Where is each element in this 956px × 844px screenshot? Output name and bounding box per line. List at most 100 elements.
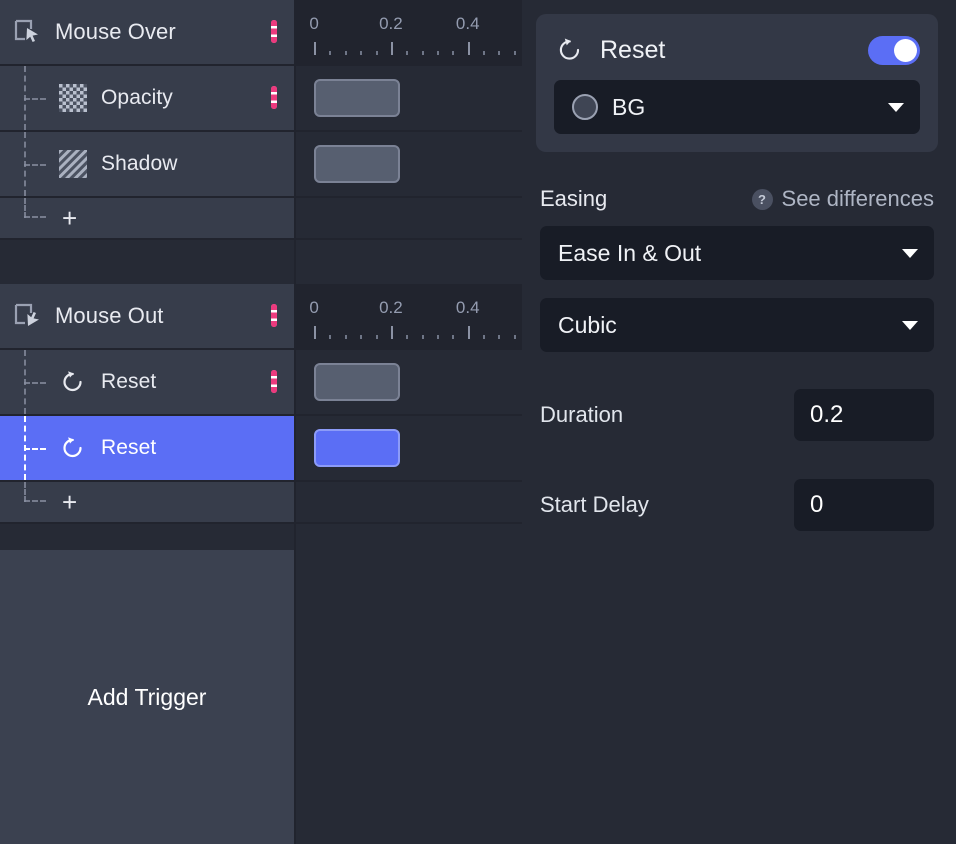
start-delay-input[interactable] — [794, 479, 934, 531]
plus-icon[interactable]: + — [62, 205, 77, 231]
action-label-area[interactable]: Reset — [0, 416, 294, 480]
opacity-checkerboard-icon — [58, 83, 88, 113]
target-select[interactable]: BG — [554, 80, 920, 134]
add-trigger-button[interactable]: Add Trigger — [0, 550, 294, 844]
timeline-track[interactable] — [294, 66, 522, 130]
ruler-tick-label: 0.4 — [455, 14, 480, 33]
ruler-minor-tick — [344, 51, 347, 55]
ruler-labels: 0 0.2 0.4 — [296, 0, 522, 38]
circle-shape-icon — [572, 94, 598, 120]
action-title: Opacity — [101, 86, 173, 109]
timeline-bar[interactable] — [314, 145, 400, 183]
tree-connector — [24, 416, 58, 480]
plus-icon[interactable]: + — [62, 489, 77, 515]
ruler-tick-label: 0 — [309, 14, 319, 33]
ruler-major-tick — [467, 326, 470, 339]
ruler-minor-tick — [375, 335, 378, 339]
ruler-major-tick — [314, 42, 317, 55]
duration-label: Duration — [540, 402, 624, 427]
trigger-group-mouse-over: Mouse Over 0 0.2 0.4 Opacity Shadow + — [0, 0, 522, 284]
trigger-header-mouse-out: Mouse Out 0 0.2 0.4 — [0, 284, 522, 350]
tree-connector-end — [24, 482, 58, 502]
easing-curve-value: Cubic — [558, 311, 617, 338]
action-title: Reset — [101, 436, 157, 459]
add-action-row[interactable]: + — [0, 482, 522, 524]
action-title: Shadow — [101, 152, 178, 175]
mouse-out-icon — [12, 301, 42, 331]
timeline-track[interactable] — [294, 350, 522, 414]
trigger-row[interactable]: Mouse Out — [0, 284, 294, 350]
group-separator — [0, 240, 522, 284]
add-action-row[interactable]: + — [0, 198, 522, 240]
start-delay-field-row: Start Delay — [540, 460, 934, 550]
timeline-bar-selected[interactable] — [314, 429, 400, 467]
toggle-knob — [894, 38, 917, 62]
ruler-ticks — [296, 40, 522, 58]
ruler-minor-tick — [498, 51, 501, 55]
ruler-minor-tick — [375, 51, 378, 55]
ruler-minor-tick — [421, 51, 424, 55]
ruler-minor-tick — [360, 51, 363, 55]
action-row-reset-2-selected[interactable]: Reset — [0, 416, 522, 482]
ruler-minor-tick — [329, 51, 332, 55]
trigger-header-mouse-over: Mouse Over 0 0.2 0.4 — [0, 0, 522, 66]
timeline-bar[interactable] — [314, 79, 400, 117]
timeline-ruler[interactable]: 0 0.2 0.4 — [294, 284, 522, 350]
chevron-down-icon — [902, 248, 918, 258]
ruler-minor-tick — [344, 335, 347, 339]
ruler-minor-tick — [360, 335, 363, 339]
trigger-title: Mouse Over — [55, 19, 176, 44]
ruler-tick-label: 0.2 — [379, 298, 403, 317]
inspector-pane: Reset BG Easing ? See differences Ease I… — [522, 0, 956, 590]
action-label-area[interactable]: Opacity — [0, 66, 294, 130]
add-action-label-area[interactable]: + — [0, 198, 294, 238]
action-label-area[interactable]: Shadow — [0, 132, 294, 196]
action-row-shadow[interactable]: Shadow — [0, 132, 522, 198]
chevron-down-icon — [902, 320, 918, 330]
action-row-opacity[interactable]: Opacity — [0, 66, 522, 132]
ruler-minor-tick — [513, 51, 516, 55]
add-action-label-area[interactable]: + — [0, 482, 294, 522]
action-card-header: Reset — [554, 30, 920, 70]
shadow-stripes-icon — [58, 149, 88, 179]
state-badge[interactable] — [271, 370, 277, 393]
tree-connector — [24, 350, 58, 414]
action-title: Reset — [101, 370, 157, 393]
pill-dashed-badge-icon — [271, 86, 277, 109]
action-card-title: Reset — [600, 35, 666, 64]
state-badge[interactable] — [271, 86, 277, 109]
ruler-major-tick — [390, 42, 393, 55]
tree-connector — [24, 132, 58, 196]
chevron-down-icon — [888, 102, 904, 112]
state-badge[interactable] — [271, 304, 277, 327]
action-label-area[interactable]: Reset — [0, 350, 294, 414]
timeline-bar[interactable] — [314, 363, 400, 401]
timeline-track[interactable] — [294, 132, 522, 196]
trigger-title: Mouse Out — [55, 303, 164, 328]
easing-type-select-wrap: Ease In & Out — [540, 226, 934, 280]
state-badge[interactable] — [271, 20, 277, 43]
start-delay-label: Start Delay — [540, 492, 649, 517]
action-enabled-toggle[interactable] — [868, 35, 920, 65]
easing-label: Easing — [540, 186, 608, 211]
see-differences-link[interactable]: ? See differences — [751, 186, 934, 212]
see-differences-label: See differences — [781, 186, 934, 211]
timeline-track[interactable] — [294, 416, 522, 480]
mouse-over-icon — [12, 17, 42, 47]
ruler-minor-tick — [452, 335, 455, 339]
easing-curve-select[interactable]: Cubic — [540, 298, 934, 352]
question-mark-icon: ? — [751, 188, 773, 210]
timeline-footer: Add Trigger — [0, 524, 522, 844]
trigger-row[interactable]: Mouse Over — [0, 0, 294, 66]
duration-input[interactable] — [794, 389, 934, 441]
easing-type-select[interactable]: Ease In & Out — [540, 226, 934, 280]
timeline-ruler[interactable]: 0 0.2 0.4 — [294, 0, 522, 66]
animation-timeline-editor: Mouse Over 0 0.2 0.4 Opacity Shadow + Mo… — [0, 0, 956, 844]
timeline-track — [294, 198, 522, 238]
action-row-reset-1[interactable]: Reset — [0, 350, 522, 416]
ruler-minor-tick — [483, 51, 486, 55]
ruler-minor-tick — [406, 51, 409, 55]
ruler-tick-label: 0.2 — [379, 14, 403, 33]
square-dashed-badge-icon — [271, 20, 277, 43]
target-select-value: BG — [612, 93, 646, 120]
